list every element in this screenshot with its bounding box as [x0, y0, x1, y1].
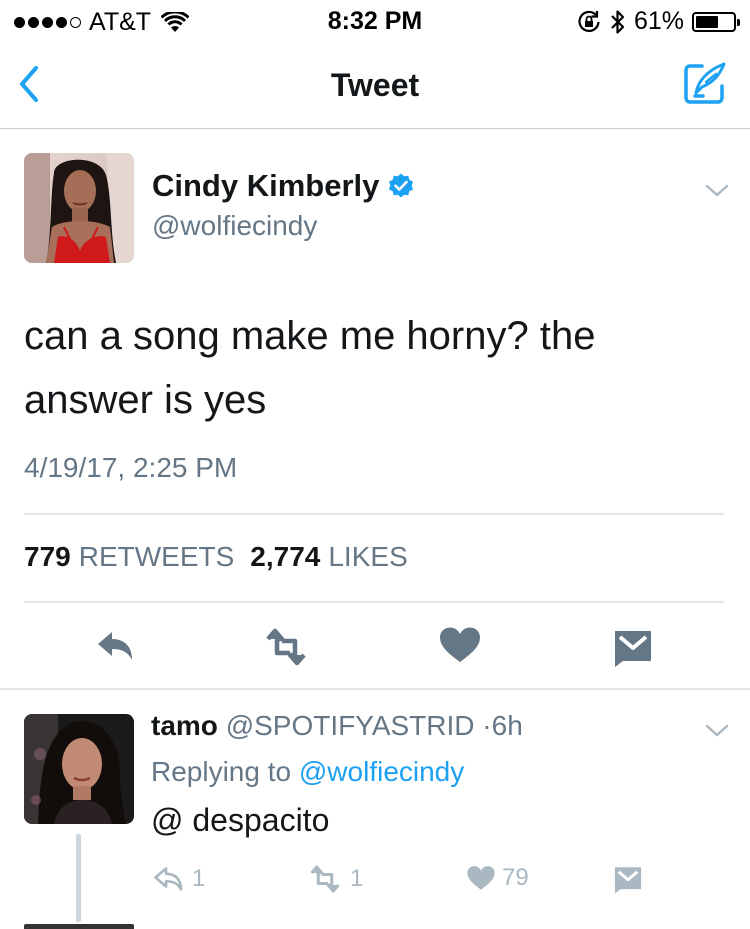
- tweet-text: can a song make me horny? the answer is …: [24, 304, 724, 432]
- retweet-count: 1: [350, 865, 364, 892]
- battery-percent: 61%: [633, 7, 684, 35]
- reply-like-button[interactable]: 79: [466, 864, 529, 892]
- like-count: 79: [502, 864, 529, 891]
- reply-text: @ despacito: [151, 802, 330, 838]
- next-reply-avatar[interactable]: [24, 924, 134, 929]
- tweet-stats: 779 RETWEETS 2,774 LIKES: [24, 541, 408, 573]
- like-heart-icon[interactable]: [438, 625, 482, 665]
- reply-meta-separator: ·: [482, 710, 492, 741]
- reply-count: 1: [192, 865, 206, 892]
- tweet-text-line: can a song make me horny? the: [24, 314, 596, 358]
- bluetooth-icon: [611, 9, 625, 34]
- reply-icon[interactable]: [94, 626, 138, 666]
- reply-author-name[interactable]: tamo: [151, 710, 218, 741]
- reply-icon: [154, 867, 183, 891]
- author-name[interactable]: Cindy Kimberly: [152, 168, 379, 204]
- retweet-icon: [310, 865, 340, 893]
- author-avatar[interactable]: [24, 153, 134, 263]
- replying-to-handle-link[interactable]: @wolfiecindy: [299, 756, 464, 787]
- like-heart-icon: [467, 866, 495, 890]
- battery-level: [696, 15, 718, 28]
- tweet-text-line: answer is yes: [24, 378, 267, 422]
- direct-message-icon[interactable]: [611, 627, 655, 667]
- replying-to-label: Replying to: [151, 756, 292, 787]
- likes-stat[interactable]: 2,774 LIKES: [250, 541, 407, 573]
- likes-count: 2,774: [250, 541, 321, 572]
- reply-time: 6h: [491, 710, 523, 741]
- reply-author-avatar[interactable]: [24, 714, 134, 824]
- retweets-count: 779: [24, 541, 71, 572]
- navigation-bar: Tweet: [0, 40, 750, 129]
- reply-message-button[interactable]: [612, 864, 644, 894]
- author-handle[interactable]: @wolfiecindy: [152, 210, 317, 242]
- author-name-row[interactable]: Cindy Kimberly: [152, 168, 415, 204]
- reply-reply-button[interactable]: 1: [152, 864, 205, 894]
- direct-message-icon: [614, 867, 642, 894]
- divider: [24, 601, 724, 603]
- reply-retweet-button[interactable]: 1: [306, 864, 363, 894]
- reply-author-handle[interactable]: @SPOTIFYASTRID: [226, 710, 475, 741]
- status-bar-right: 61%: [576, 7, 740, 36]
- retweets-label: RETWEETS: [78, 541, 235, 572]
- likes-label: LIKES: [328, 541, 408, 572]
- orientation-lock-icon: [578, 10, 600, 32]
- battery-icon: [692, 11, 740, 32]
- chevron-down-icon[interactable]: [705, 184, 729, 198]
- retweets-stat[interactable]: 779 RETWEETS: [24, 541, 234, 573]
- chevron-down-icon[interactable]: [705, 724, 729, 738]
- status-bar: AT&T 8:32 PM 61%: [0, 0, 750, 40]
- replying-to: Replying to @wolfiecindy: [151, 756, 464, 788]
- separator: [0, 688, 750, 690]
- reply-header[interactable]: tamo @SPOTIFYASTRID ·6h: [151, 710, 523, 742]
- verified-badge-icon: [389, 173, 414, 198]
- compose-tweet-icon[interactable]: [682, 60, 728, 106]
- thread-line: [76, 834, 81, 922]
- tweet-timestamp: 4/19/17, 2:25 PM: [24, 452, 238, 483]
- retweet-icon[interactable]: [264, 627, 308, 667]
- divider: [24, 513, 724, 515]
- page-title: Tweet: [330, 67, 420, 103]
